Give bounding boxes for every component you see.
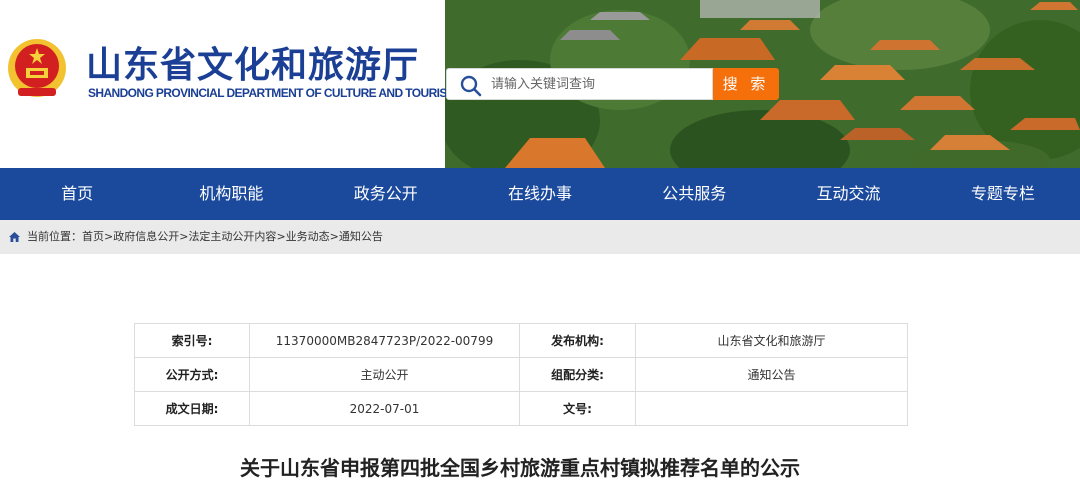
- disclosure-label: 公开方式:: [134, 357, 250, 392]
- breadcrumb-separator: >: [276, 230, 286, 243]
- docno-label: 文号:: [519, 391, 636, 426]
- breadcrumb-link-home[interactable]: 首页: [82, 230, 104, 243]
- national-emblem-icon: [8, 39, 66, 97]
- breadcrumb-link-business[interactable]: 业务动态: [286, 230, 330, 243]
- table-row: 公开方式: 主动公开 组配分类: 通知公告: [134, 357, 908, 392]
- table-row: 索引号: 11370000MB2847723P/2022-00799 发布机构:…: [134, 323, 908, 358]
- disclosure-value: 主动公开: [249, 357, 520, 392]
- site-subtitle: SHANDONG PROVINCIAL DEPARTMENT OF CULTUR…: [88, 86, 457, 100]
- breadcrumb-prefix: 当前位置：: [27, 230, 82, 243]
- breadcrumb-trail: 当前位置：首页>政府信息公开>法定主动公开内容>业务动态>通知公告: [27, 220, 383, 254]
- document-info-table: 索引号: 11370000MB2847723P/2022-00799 发布机构:…: [134, 323, 908, 426]
- index-value: 11370000MB2847723P/2022-00799: [249, 323, 520, 358]
- site-header: 山东省文化和旅游厅 SHANDONG PROVINCIAL DEPARTMENT…: [0, 0, 1080, 168]
- nav-item-online-services[interactable]: 在线办事: [463, 168, 617, 220]
- search-button[interactable]: 搜 索: [713, 68, 779, 100]
- search-icon: [460, 75, 482, 97]
- docno-value: [635, 391, 908, 426]
- breadcrumb: 当前位置：首页>政府信息公开>法定主动公开内容>业务动态>通知公告: [0, 220, 1080, 254]
- breadcrumb-separator: >: [104, 230, 114, 243]
- publisher-label: 发布机构:: [519, 323, 636, 358]
- breadcrumb-link-notices[interactable]: 通知公告: [339, 230, 383, 243]
- breadcrumb-link-statutory[interactable]: 法定主动公开内容: [188, 230, 276, 243]
- search-input[interactable]: [491, 69, 706, 99]
- category-value: 通知公告: [635, 357, 908, 392]
- breadcrumb-separator: >: [329, 230, 339, 243]
- date-value: 2022-07-01: [249, 391, 520, 426]
- publisher-value: 山东省文化和旅游厅: [635, 323, 908, 358]
- document-title: 关于山东省申报第四批全国乡村旅游重点村镇拟推荐名单的公示: [240, 456, 800, 480]
- nav-item-public-services[interactable]: 公共服务: [617, 168, 771, 220]
- home-icon: [9, 232, 20, 242]
- index-label: 索引号:: [134, 323, 250, 358]
- breadcrumb-link-gov-info[interactable]: 政府信息公开: [113, 230, 179, 243]
- main-nav: 首页 机构职能 政务公开 在线办事 公共服务 互动交流 专题专栏: [0, 168, 1080, 220]
- site-title: 山东省文化和旅游厅: [86, 45, 420, 86]
- table-row: 成文日期: 2022-07-01 文号:: [134, 391, 908, 426]
- nav-item-special-topics[interactable]: 专题专栏: [926, 168, 1080, 220]
- search-box: [446, 68, 713, 100]
- nav-item-functions[interactable]: 机构职能: [154, 168, 308, 220]
- nav-item-home[interactable]: 首页: [0, 168, 154, 220]
- nav-item-interaction[interactable]: 互动交流: [771, 168, 925, 220]
- category-label: 组配分类:: [519, 357, 636, 392]
- nav-item-government-affairs[interactable]: 政务公开: [309, 168, 463, 220]
- date-label: 成文日期:: [134, 391, 250, 426]
